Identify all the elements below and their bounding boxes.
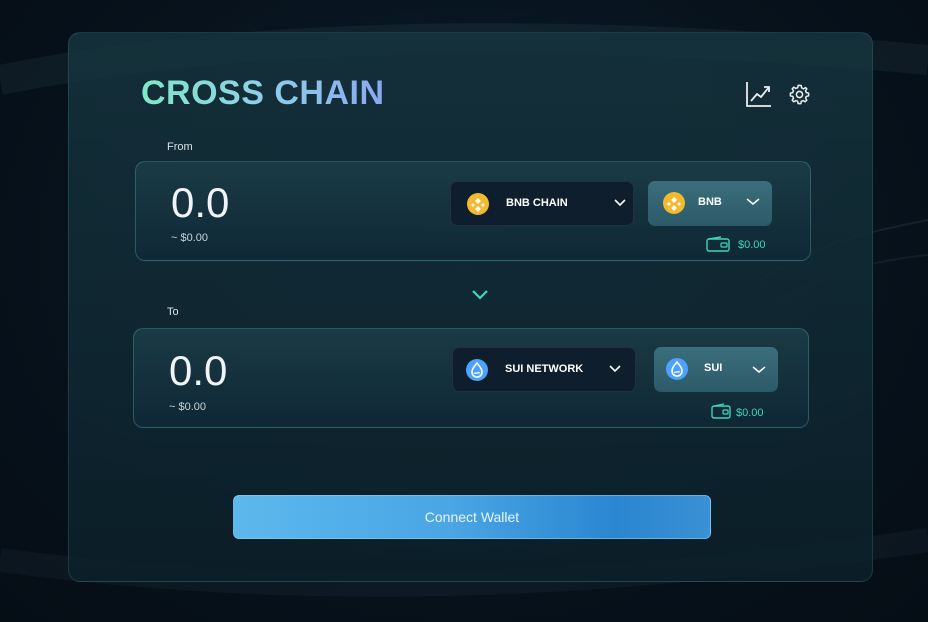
wallet-icon xyxy=(706,236,730,252)
to-usd-value: ~ $0.00 xyxy=(169,401,207,413)
from-panel: 0.0 ~ $0.00 BNB CHAIN BNB $0.00 xyxy=(135,161,811,261)
from-token-label: BNB xyxy=(698,196,722,208)
to-balance: $0.00 xyxy=(736,407,764,419)
to-network-label: SUI NETWORK xyxy=(505,363,584,375)
to-token-select[interactable]: SUI xyxy=(654,347,778,392)
gear-icon[interactable] xyxy=(788,83,811,111)
to-panel: 0.0 ~ $0.00 SUI NETWORK SUI $0.00 xyxy=(133,328,809,428)
chevron-down-icon xyxy=(609,365,621,373)
chart-trend-icon[interactable] xyxy=(745,81,772,113)
sui-coin-icon xyxy=(466,359,488,381)
swap-direction-icon[interactable] xyxy=(470,287,490,303)
to-network-select[interactable]: SUI NETWORK xyxy=(452,347,636,392)
from-network-label: BNB CHAIN xyxy=(506,197,568,209)
from-amount-input[interactable]: 0.0 xyxy=(171,179,229,227)
wallet-icon xyxy=(711,403,731,419)
to-label: To xyxy=(167,306,179,318)
from-token-select[interactable]: BNB xyxy=(648,181,772,226)
page-title: CROSS CHAIN xyxy=(141,74,385,112)
sui-coin-icon xyxy=(666,358,688,380)
chevron-down-icon xyxy=(614,199,626,207)
to-amount-input[interactable]: 0.0 xyxy=(169,347,227,395)
from-network-select[interactable]: BNB CHAIN xyxy=(450,181,634,226)
connect-wallet-button[interactable]: Connect Wallet xyxy=(233,495,711,539)
to-token-label: SUI xyxy=(704,362,723,374)
bnb-coin-icon xyxy=(663,192,685,214)
chevron-down-icon xyxy=(752,366,766,374)
from-label: From xyxy=(167,141,193,153)
from-usd-value: ~ $0.00 xyxy=(171,232,209,244)
from-balance: $0.00 xyxy=(738,239,766,251)
chevron-down-icon xyxy=(746,198,760,206)
bnb-coin-icon xyxy=(467,193,489,215)
